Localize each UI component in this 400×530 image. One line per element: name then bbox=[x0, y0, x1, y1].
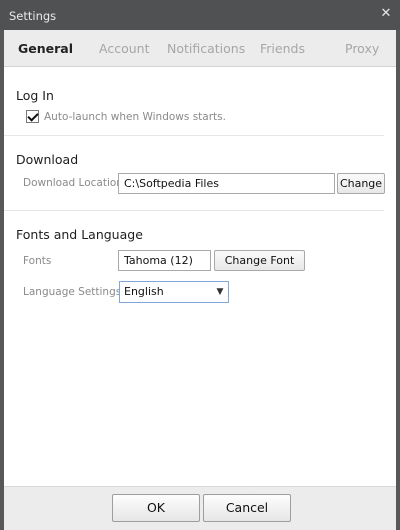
language-select-value: English bbox=[124, 285, 164, 298]
tab-notifications[interactable]: Notifications bbox=[167, 30, 245, 66]
download-location-label: Download Location bbox=[23, 177, 123, 189]
dialog-footer: OK Cancel bbox=[4, 486, 396, 530]
ok-button[interactable]: OK bbox=[112, 494, 200, 522]
change-location-button[interactable]: Change bbox=[337, 173, 385, 194]
title-bar: Settings ✕ bbox=[0, 0, 400, 30]
download-section-title: Download bbox=[16, 152, 79, 167]
divider bbox=[4, 135, 384, 136]
download-location-field[interactable]: C:\Softpedia Files bbox=[118, 173, 335, 194]
chevron-down-icon: ▼ bbox=[216, 287, 224, 297]
close-icon[interactable]: ✕ bbox=[376, 4, 396, 24]
tab-friends[interactable]: Friends bbox=[260, 30, 305, 66]
tab-account[interactable]: Account bbox=[99, 30, 149, 66]
fonts-language-section-title: Fonts and Language bbox=[16, 227, 143, 242]
language-select[interactable]: English ▼ bbox=[119, 281, 229, 303]
autolaunch-label: Auto-launch when Windows starts. bbox=[44, 111, 226, 123]
settings-content: Log In Auto-launch when Windows starts. … bbox=[4, 66, 396, 486]
tab-proxy[interactable]: Proxy bbox=[345, 30, 379, 66]
window-title: Settings bbox=[9, 9, 57, 23]
tab-general[interactable]: General bbox=[18, 30, 73, 66]
font-field[interactable]: Tahoma (12) bbox=[118, 250, 211, 271]
change-font-button[interactable]: Change Font bbox=[214, 250, 305, 271]
autolaunch-checkbox[interactable] bbox=[26, 110, 39, 123]
cancel-button[interactable]: Cancel bbox=[203, 494, 291, 522]
tab-bar: General Account Notifications Friends Pr… bbox=[4, 30, 396, 66]
language-settings-label: Language Settings bbox=[23, 286, 122, 298]
settings-window: Settings ✕ General Account Notifications… bbox=[0, 0, 400, 530]
fonts-label: Fonts bbox=[23, 255, 52, 267]
divider bbox=[4, 210, 384, 211]
login-section-title: Log In bbox=[16, 88, 54, 103]
